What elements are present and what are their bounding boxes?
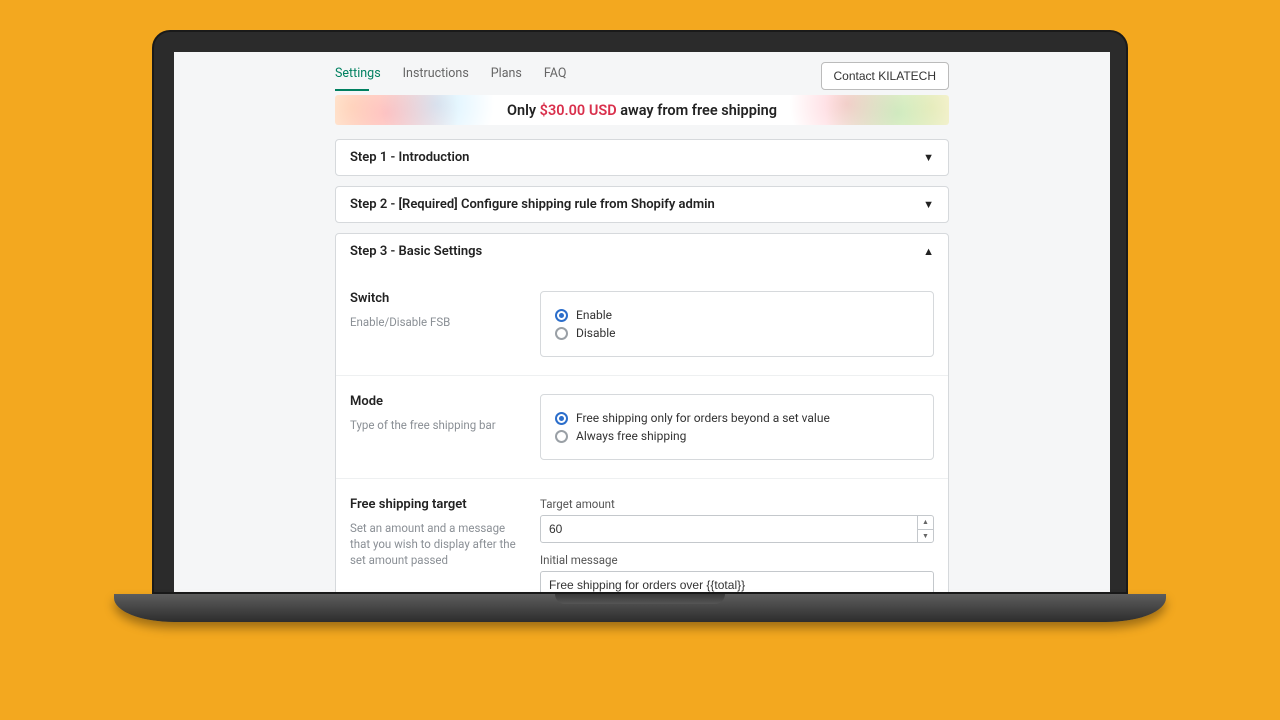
- step-1-header[interactable]: Step 1 - Introduction ▼: [336, 140, 948, 175]
- radio-icon: [555, 327, 568, 340]
- chevron-up-icon: ▲: [918, 516, 933, 530]
- switch-disable-option[interactable]: Disable: [555, 326, 919, 340]
- switch-disable-label: Disable: [576, 326, 616, 340]
- initial-message-input[interactable]: [540, 571, 934, 592]
- screen-bezel: Settings Instructions Plans FAQ Contact …: [152, 30, 1128, 594]
- target-amount-input[interactable]: [540, 515, 934, 543]
- initial-message-label: Initial message: [540, 553, 934, 567]
- switch-desc: Enable/Disable FSB: [350, 314, 522, 330]
- tab-active-indicator: [335, 89, 369, 91]
- step-3-body: Switch Enable/Disable FSB Enable: [336, 269, 948, 592]
- banner-decor-right: [779, 95, 949, 125]
- mode-desc: Type of the free shipping bar: [350, 417, 522, 433]
- step-2-header[interactable]: Step 2 - [Required] Configure shipping r…: [336, 187, 948, 222]
- tab-settings[interactable]: Settings: [335, 66, 381, 81]
- banner-decor-left: [335, 95, 505, 125]
- radio-icon: [555, 309, 568, 322]
- mode-title: Mode: [350, 394, 522, 409]
- setting-switch: Switch Enable/Disable FSB Enable: [336, 273, 948, 375]
- banner-prefix: Only: [507, 102, 540, 119]
- chevron-down-icon: ▼: [923, 151, 934, 164]
- app-viewport: Settings Instructions Plans FAQ Contact …: [174, 52, 1110, 592]
- banner-suffix: away from free shipping: [617, 102, 777, 119]
- mode-always-option[interactable]: Always free shipping: [555, 429, 919, 443]
- free-shipping-banner: Only $30.00 USD away from free shipping: [335, 95, 949, 125]
- target-title: Free shipping target: [350, 497, 522, 512]
- top-tabs: Settings Instructions Plans FAQ Contact …: [335, 58, 949, 91]
- step-3-title: Step 3 - Basic Settings: [350, 244, 482, 259]
- chevron-down-icon: ▼: [918, 530, 933, 543]
- step-1: Step 1 - Introduction ▼: [335, 139, 949, 176]
- radio-icon: [555, 412, 568, 425]
- step-1-title: Step 1 - Introduction: [350, 150, 469, 165]
- switch-title: Switch: [350, 291, 522, 306]
- switch-enable-label: Enable: [576, 308, 612, 322]
- contact-button[interactable]: Contact KILATECH: [821, 62, 949, 90]
- mode-beyond-label: Free shipping only for orders beyond a s…: [576, 411, 830, 425]
- step-3-header[interactable]: Step 3 - Basic Settings ▲: [336, 234, 948, 269]
- laptop-base: [114, 594, 1166, 622]
- banner-amount: $30.00 USD: [540, 102, 617, 119]
- target-desc: Set an amount and a message that you wis…: [350, 520, 522, 568]
- setting-mode: Mode Type of the free shipping bar Free …: [336, 375, 948, 478]
- mode-always-label: Always free shipping: [576, 429, 686, 443]
- chevron-down-icon: ▼: [923, 198, 934, 211]
- tab-plans[interactable]: Plans: [491, 66, 522, 81]
- radio-icon: [555, 430, 568, 443]
- tab-instructions[interactable]: Instructions: [403, 66, 469, 81]
- target-amount-label: Target amount: [540, 497, 934, 511]
- mode-beyond-option[interactable]: Free shipping only for orders beyond a s…: [555, 411, 919, 425]
- step-3: Step 3 - Basic Settings ▲ Switch Enable/…: [335, 233, 949, 592]
- laptop-mockup: Settings Instructions Plans FAQ Contact …: [152, 30, 1128, 622]
- number-stepper[interactable]: ▲ ▼: [917, 516, 933, 542]
- step-2-title: Step 2 - [Required] Configure shipping r…: [350, 197, 715, 212]
- switch-enable-option[interactable]: Enable: [555, 308, 919, 322]
- step-2: Step 2 - [Required] Configure shipping r…: [335, 186, 949, 223]
- chevron-up-icon: ▲: [923, 245, 934, 258]
- tab-faq[interactable]: FAQ: [544, 66, 567, 81]
- setting-target: Free shipping target Set an amount and a…: [336, 478, 948, 592]
